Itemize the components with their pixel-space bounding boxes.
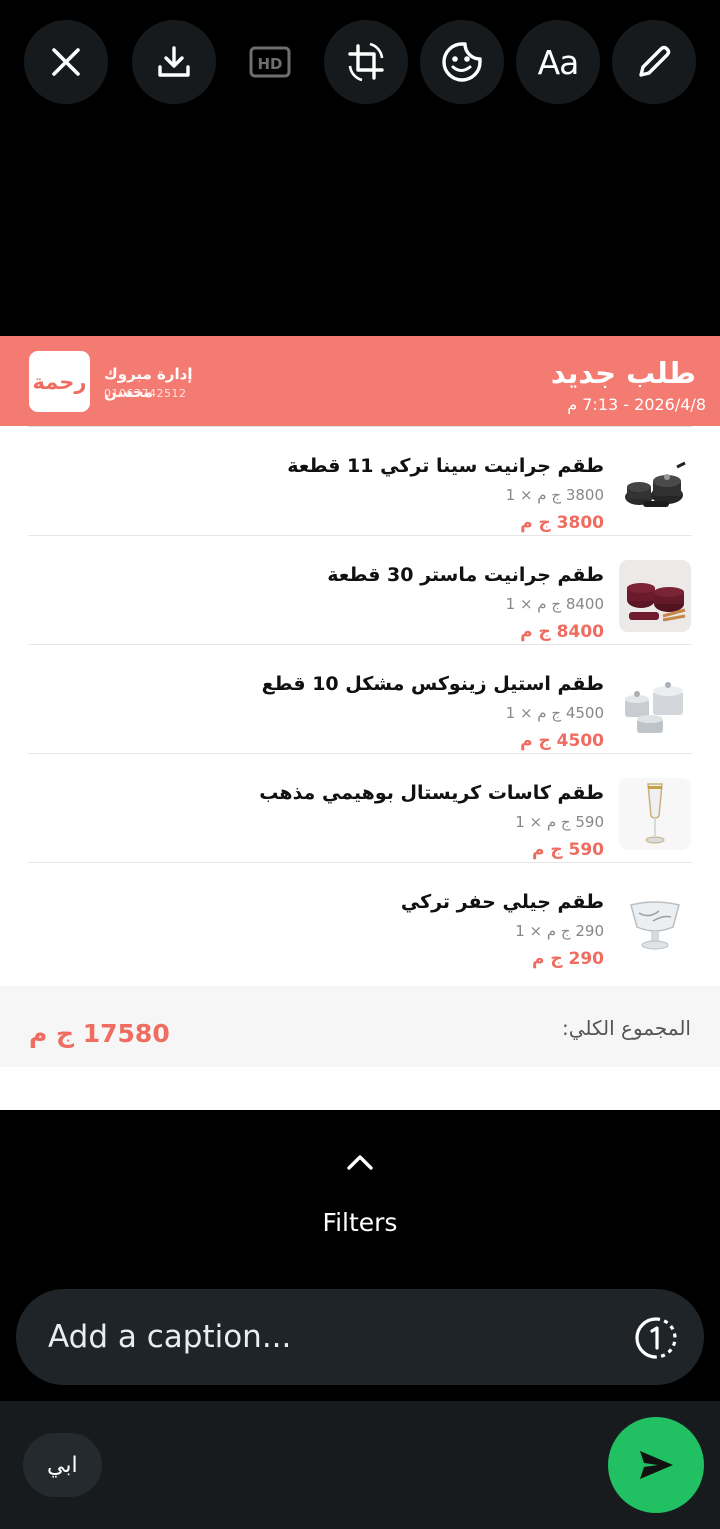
cookware-icon <box>625 682 683 733</box>
text-tool-label: Aa <box>537 42 580 82</box>
product-thumbnail <box>619 560 691 632</box>
download-icon <box>158 46 190 77</box>
order-receipt-image: رحمة إدارة مبروك محسن 01063742512 طلب جد… <box>0 336 720 1110</box>
item-total: 4500 ج م <box>520 731 604 751</box>
order-item: طقم كاسات كريستال بوهيمي مذهب 590 ج م × … <box>28 753 692 862</box>
hd-toggle-button[interactable]: HD <box>228 20 312 104</box>
text-tool-button[interactable]: Aa <box>516 20 600 104</box>
order-item: طقم جرانيت سينا تركي 11 قطعة 3800 ج م × … <box>28 426 692 535</box>
glass-icon <box>645 783 665 844</box>
caption-input[interactable] <box>48 1313 608 1361</box>
filters-button[interactable]: Filters <box>0 1208 720 1237</box>
item-unit-price-qty: 290 ج م × 1 <box>515 922 604 940</box>
crop-rotate-button[interactable] <box>324 20 408 104</box>
sticker-button[interactable] <box>420 20 504 104</box>
recipient-chip[interactable]: ابي <box>23 1433 102 1497</box>
item-unit-price-qty: 590 ج م × 1 <box>515 813 604 831</box>
item-name: طقم جيلي حفر تركي <box>400 891 604 913</box>
item-unit-price-qty: 3800 ج م × 1 <box>505 486 604 504</box>
item-name: طقم كاسات كريستال بوهيمي مذهب <box>259 782 604 804</box>
pencil-icon <box>639 45 671 77</box>
order-items-list: طقم جرانيت سينا تركي 11 قطعة 3800 ج م × … <box>28 426 692 971</box>
management-phone: 01063742512 <box>104 387 187 400</box>
send-button[interactable] <box>608 1417 704 1513</box>
total-label: المجموع الكلي: <box>561 1016 691 1040</box>
product-thumbnail <box>619 778 691 850</box>
store-logo: رحمة <box>29 351 90 412</box>
close-button[interactable] <box>24 20 108 104</box>
total-value: 17580 ج م <box>29 1019 170 1048</box>
crop-rotate-icon <box>348 42 384 82</box>
item-unit-price-qty: 4500 ج م × 1 <box>505 704 604 722</box>
item-name: طقم جرانيت سينا تركي 11 قطعة <box>287 455 604 477</box>
caption-bar <box>16 1289 704 1385</box>
product-thumbnail <box>619 669 691 741</box>
download-button[interactable] <box>132 20 216 104</box>
bowl-icon <box>630 901 680 950</box>
item-name: طقم جرانيت ماستر 30 قطعة <box>327 564 604 586</box>
order-item: طقم جيلي حفر تركي 290 ج م × 1 290 ج م <box>28 862 692 971</box>
close-icon <box>52 48 80 76</box>
order-total-bar: المجموع الكلي: 17580 ج م <box>0 986 720 1067</box>
order-date: 2026/4/8 - 7:13 م <box>567 395 706 414</box>
item-name: طقم استيل زينوكس مشكل 10 قطع <box>261 673 604 695</box>
order-item: طقم استيل زينوكس مشكل 10 قطع 4500 ج م × … <box>28 644 692 753</box>
sticker-icon <box>442 42 482 82</box>
item-total: 290 ج م <box>531 949 604 969</box>
item-total: 590 ج م <box>531 840 604 860</box>
logo-text: رحمة <box>32 369 87 394</box>
item-total: 8400 ج م <box>520 622 604 642</box>
item-total: 3800 ج م <box>520 513 604 533</box>
order-item: طقم جرانيت ماستر 30 قطعة 8400 ج م × 1 84… <box>28 535 692 644</box>
editor-toolbar: HD Aa <box>24 20 696 106</box>
receipt-header: رحمة إدارة مبروك محسن 01063742512 طلب جد… <box>0 336 720 426</box>
view-once-icon[interactable] <box>634 1316 678 1360</box>
order-title: طلب جديد <box>550 356 696 390</box>
send-icon <box>640 1451 673 1479</box>
send-bar: ابي <box>0 1401 720 1529</box>
draw-button[interactable] <box>612 20 696 104</box>
svg-text:HD: HD <box>257 55 282 73</box>
product-thumbnail <box>619 887 691 959</box>
cookware-icon <box>625 461 686 507</box>
item-unit-price-qty: 8400 ج م × 1 <box>505 595 604 613</box>
product-thumbnail <box>619 451 691 523</box>
chevron-up-icon[interactable] <box>346 1153 374 1171</box>
hd-icon: HD <box>249 46 291 78</box>
cookware-icon <box>627 583 686 622</box>
